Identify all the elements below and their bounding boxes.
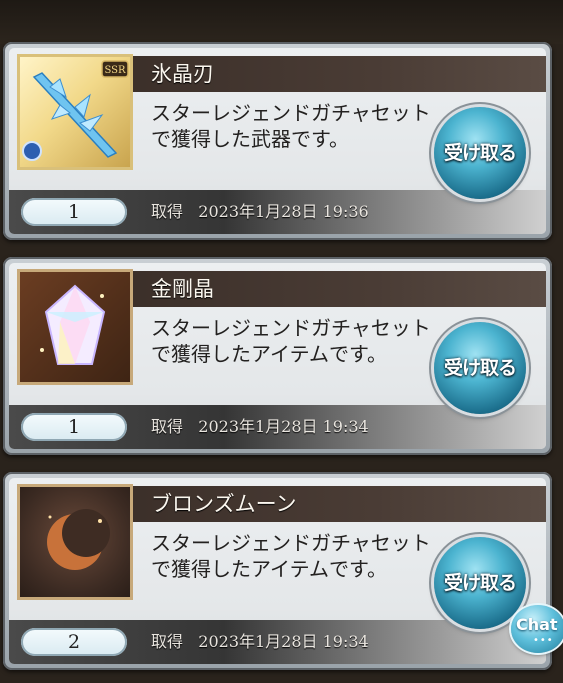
- item-name: ブロンズムーン: [151, 492, 297, 516]
- item-title-bar: 金剛晶: [119, 271, 546, 307]
- receive-button-label: 受け取る: [443, 357, 517, 379]
- item-name: 金剛晶: [151, 277, 214, 301]
- acquired-date: 2023年1月28日 19:34: [198, 632, 369, 651]
- acquired-date: 2023年1月28日 19:36: [198, 202, 369, 221]
- chat-button[interactable]: Chat •••: [511, 605, 563, 653]
- chat-dots-icon: •••: [533, 635, 554, 646]
- receive-button-label: 受け取る: [443, 572, 517, 594]
- receive-button[interactable]: 受け取る: [434, 322, 526, 414]
- item-card: ブロンズムーン スターレジェンドガチャセットで獲得したアイテムです。 2 取得 …: [3, 472, 552, 670]
- item-thumbnail: [17, 484, 133, 600]
- item-thumbnail: SSR: [17, 54, 133, 170]
- acquired-label: 取得: [151, 417, 184, 436]
- item-count: 2: [21, 628, 127, 656]
- receive-button[interactable]: 受け取る: [434, 537, 526, 629]
- item-acquired-info: 取得 2023年1月28日 19:36: [151, 200, 369, 224]
- item-title-bar: ブロンズムーン: [119, 486, 546, 522]
- receive-button[interactable]: 受け取る: [434, 107, 526, 199]
- item-acquired-info: 取得 2023年1月28日 19:34: [151, 415, 369, 439]
- item-count: 1: [21, 413, 127, 441]
- ice-crystal-blade-icon: SSR: [22, 60, 129, 161]
- bronze-moon-icon: [47, 509, 110, 570]
- acquired-label: 取得: [151, 632, 184, 651]
- acquired-label: 取得: [151, 202, 184, 221]
- item-description: スターレジェンドガチャセットで獲得したアイテムです。: [151, 531, 431, 581]
- item-description: スターレジェンドガチャセットで獲得した武器です。: [151, 101, 431, 151]
- item-acquired-info: 取得 2023年1月28日 19:34: [151, 630, 369, 654]
- item-card: 金剛晶 スターレジェンドガチャセットで獲得したアイテムです。 1 取得 2023…: [3, 257, 552, 455]
- acquired-date: 2023年1月28日 19:34: [198, 417, 369, 436]
- item-name: 氷晶刃: [151, 62, 214, 86]
- item-title-bar: 氷晶刃: [119, 56, 546, 92]
- rarity-badge: SSR: [104, 65, 126, 76]
- top-background: [0, 0, 563, 44]
- receive-button-label: 受け取る: [443, 142, 517, 164]
- diamond-crystal-icon: [40, 284, 106, 365]
- chat-button-label: Chat: [516, 615, 558, 634]
- item-thumbnail: [17, 269, 133, 385]
- item-card: 氷晶刃 SSR スターレジェンドガチャセットで獲得した武器です。 1 取得 20…: [3, 42, 552, 240]
- item-description: スターレジェンドガチャセットで獲得したアイテムです。: [151, 316, 431, 366]
- item-count: 1: [21, 198, 127, 226]
